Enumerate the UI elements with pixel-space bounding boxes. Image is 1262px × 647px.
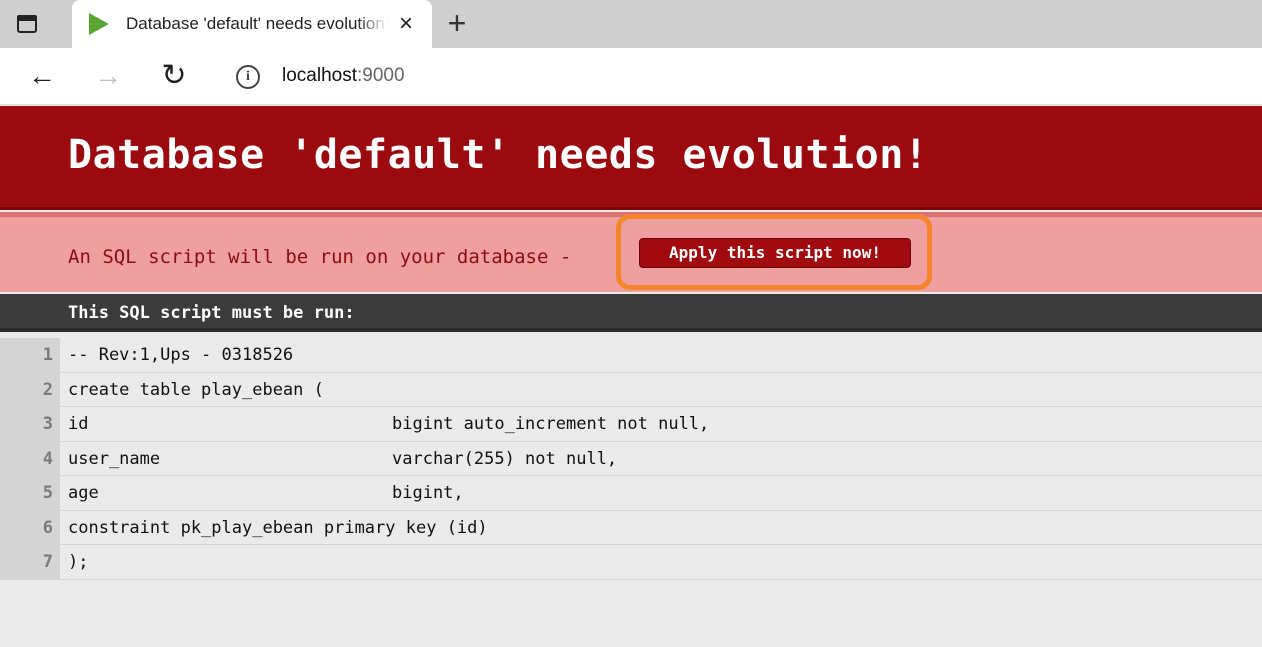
tab-actions-icon[interactable] bbox=[14, 12, 42, 36]
line-code: age bbox=[68, 483, 99, 503]
line-code-type: bigint, bbox=[392, 483, 464, 503]
line-code: ); bbox=[68, 552, 89, 572]
play-favicon-icon bbox=[89, 13, 109, 35]
tab-strip: Database 'default' needs evolution! × + bbox=[0, 0, 1262, 48]
code-line: 7 ); bbox=[0, 545, 1262, 580]
page-content: Database 'default' needs evolution! An S… bbox=[0, 106, 1262, 647]
line-number: 5 bbox=[0, 476, 60, 510]
line-code: constraint pk_play_ebean primary key (id… bbox=[68, 517, 488, 538]
tab-actions-icon-bar bbox=[17, 15, 37, 21]
active-tab[interactable]: Database 'default' needs evolution! × bbox=[72, 0, 432, 48]
line-number: 6 bbox=[0, 510, 60, 544]
site-info-icon[interactable]: i bbox=[236, 65, 260, 89]
code-line: 6 constraint pk_play_ebean primary key (… bbox=[0, 510, 1262, 545]
code-line: 1 -- Rev:1,Ups - 0318526 bbox=[0, 338, 1262, 373]
apply-script-button[interactable]: Apply this script now! bbox=[639, 238, 911, 268]
line-code-type: varchar(255) not null, bbox=[392, 448, 618, 469]
line-code-type: bigint auto_increment not null, bbox=[392, 414, 710, 434]
url-port: :9000 bbox=[357, 65, 405, 86]
new-tab-icon[interactable]: + bbox=[442, 7, 472, 39]
line-code: id bbox=[68, 414, 89, 434]
line-number: 7 bbox=[0, 545, 60, 579]
sql-code-block: 1 -- Rev:1,Ups - 0318526 2 create table … bbox=[0, 338, 1262, 580]
sql-label: This SQL script must be run: bbox=[68, 303, 355, 323]
line-number: 2 bbox=[0, 372, 60, 406]
url-host: localhost bbox=[282, 65, 357, 86]
page-header: Database 'default' needs evolution! bbox=[0, 106, 1262, 210]
address-bar[interactable]: i localhost:9000 bbox=[216, 54, 1262, 98]
reload-icon[interactable]: ↻ bbox=[158, 60, 190, 92]
browser-toolbar: ← → ↻ i localhost:9000 bbox=[0, 48, 1262, 105]
code-line: 2 create table play_ebean ( bbox=[0, 372, 1262, 407]
back-icon[interactable]: ← bbox=[26, 60, 58, 92]
close-tab-icon[interactable]: × bbox=[394, 12, 418, 36]
code-line: 3 id bigint auto_increment not null, bbox=[0, 407, 1262, 442]
line-number: 4 bbox=[0, 441, 60, 475]
warning-text: An SQL script will be run on your databa… bbox=[68, 246, 572, 268]
line-code: create table play_ebean ( bbox=[68, 379, 324, 400]
line-number: 1 bbox=[0, 338, 60, 372]
url-text: localhost:9000 bbox=[282, 65, 405, 87]
tab-title: Database 'default' needs evolution! bbox=[126, 14, 388, 33]
forward-icon: → bbox=[94, 60, 122, 91]
sql-label-bar: This SQL script must be run: bbox=[0, 294, 1262, 332]
line-number: 3 bbox=[0, 407, 60, 441]
code-line: 5 age bigint, bbox=[0, 476, 1262, 511]
page-title: Database 'default' needs evolution! bbox=[68, 132, 929, 178]
line-code: user_name bbox=[68, 448, 161, 469]
line-code: -- Rev:1,Ups - 0318526 bbox=[68, 345, 294, 365]
code-line: 4 user_name varchar(255) not null, bbox=[0, 441, 1262, 476]
